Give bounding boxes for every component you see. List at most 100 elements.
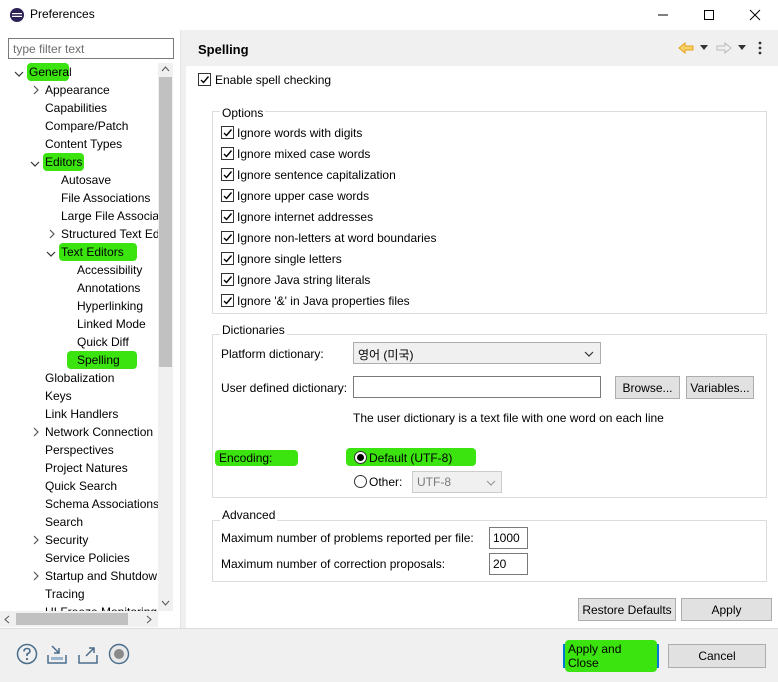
checkmark-icon [223,297,233,305]
tree-item-ui-freeze-monitoring[interactable]: UI Freeze Monitoring [45,603,157,611]
tree-item-keys[interactable]: Keys [45,387,72,405]
dialog-footer: Apply and Close Cancel [0,628,778,682]
option-checkbox[interactable] [221,147,234,160]
chevron-right-icon[interactable] [31,567,41,585]
forward-arrow-icon[interactable] [716,42,732,54]
tree-horizontal-scrollbar[interactable] [0,611,158,627]
browse-button[interactable]: Browse... [615,376,680,399]
tree-item-file-associations[interactable]: File Associations [61,189,150,207]
back-arrow-icon[interactable] [678,42,694,54]
tree-item-text-editors[interactable]: Text Editors [59,243,137,261]
tree-item-network-connections[interactable]: Network Connection [45,423,153,441]
option-checkbox[interactable] [221,126,234,139]
checkmark-icon [223,276,233,284]
tree-item-schema-associations[interactable]: Schema Associations [45,495,159,513]
option-checkbox[interactable] [221,210,234,223]
back-dropdown-icon[interactable] [700,45,708,51]
encoding-label: Encoding: [215,450,298,466]
option-checkbox[interactable] [221,231,234,244]
tree-item-capabilities[interactable]: Capabilities [45,99,107,117]
tree-item-hyperlinking[interactable]: Hyperlinking [77,297,143,315]
forward-dropdown-icon[interactable] [738,45,746,51]
other-encoding-select[interactable]: UTF-8 [412,471,502,493]
tree-scroll-thumb[interactable] [159,77,172,367]
options-title: Options [220,106,266,120]
tree-item-quick-search[interactable]: Quick Search [45,477,117,495]
page-title: Spelling [198,42,249,57]
option-checkbox[interactable] [221,189,234,202]
other-encoding-radio[interactable] [354,475,367,488]
scroll-up-icon[interactable] [161,66,170,72]
tree-item-tracing[interactable]: Tracing [45,585,85,603]
restore-defaults-button[interactable]: Restore Defaults [578,598,676,621]
minimize-button[interactable] [640,0,686,30]
tree-item-search[interactable]: Search [45,513,83,531]
tree-item-globalization[interactable]: Globalization [45,369,114,387]
tree-item-compare-patch[interactable]: Compare/Patch [45,117,128,135]
tree-item-content-types[interactable]: Content Types [45,135,122,153]
advanced-title: Advanced [220,508,278,522]
tree-item-general[interactable]: General [27,63,72,81]
max-proposals-input[interactable]: 20 [489,553,528,575]
user-dictionary-note: The user dictionary is a text file with … [353,411,664,425]
tree-item-structured-text-editors[interactable]: Structured Text Ed [61,225,160,243]
enable-spell-checking-checkbox[interactable] [198,73,211,86]
option-label: Ignore words with digits [237,126,363,140]
tree-item-spelling[interactable]: Spelling [67,351,137,369]
apply-and-close-button[interactable]: Apply and Close [563,640,659,672]
tree-horizontal-scroll-thumb[interactable] [16,613,128,625]
maximize-button[interactable] [686,0,732,30]
chevron-down-icon[interactable] [14,66,24,84]
tree-item-accessibility[interactable]: Accessibility [77,261,142,279]
import-icon[interactable] [46,643,68,665]
chevron-down-icon[interactable] [30,156,40,174]
tree-item-editors[interactable]: Editors [43,153,85,171]
tree-item-quick-diff[interactable]: Quick Diff [77,333,129,351]
tree-item-service-policies[interactable]: Service Policies [45,549,130,567]
tree-vertical-scrollbar[interactable] [158,63,173,611]
scroll-right-icon[interactable] [146,615,152,624]
variables-button[interactable]: Variables... [686,376,754,399]
option-label: Ignore non-letters at word boundaries [237,231,437,245]
record-icon[interactable] [108,643,130,665]
maximize-icon [704,10,714,20]
other-encoding-value: UTF-8 [417,475,451,489]
tree-item-autosave[interactable]: Autosave [61,171,111,189]
tree-item-appearance[interactable]: Appearance [45,81,110,99]
help-icon[interactable] [16,643,38,665]
more-options-icon[interactable] [758,40,762,56]
chevron-right-icon[interactable] [31,81,41,99]
tree-item-perspectives[interactable]: Perspectives [45,441,114,459]
chevron-right-icon[interactable] [31,423,41,441]
window-title: Preferences [30,7,95,21]
scroll-down-icon[interactable] [161,600,170,606]
option-checkbox[interactable] [221,168,234,181]
max-problems-input[interactable]: 1000 [489,527,528,549]
default-encoding-radio[interactable] [354,451,367,464]
filter-input[interactable] [8,38,174,59]
export-icon[interactable] [77,643,99,665]
tree-item-large-file-associations[interactable]: Large File Associati [61,207,165,225]
user-dictionary-input[interactable] [353,376,601,398]
chevron-down-icon[interactable] [46,246,56,264]
tree-item-security[interactable]: Security [45,531,88,549]
apply-and-close-label: Apply and Close [565,640,657,672]
tree-item-startup-and-shutdown[interactable]: Startup and Shutdow [45,567,157,585]
tree-item-linked-mode[interactable]: Linked Mode [77,315,146,333]
apply-button[interactable]: Apply [681,598,772,621]
option-checkbox[interactable] [221,273,234,286]
cancel-button[interactable]: Cancel [668,644,766,668]
tree-item-annotations[interactable]: Annotations [77,279,140,297]
tree-item-link-handlers[interactable]: Link Handlers [45,405,118,423]
checkmark-icon [223,150,233,158]
max-proposals-label: Maximum number of correction proposals: [221,557,446,571]
chevron-right-icon[interactable] [47,225,57,243]
option-checkbox[interactable] [221,294,234,307]
platform-dictionary-select[interactable]: 영어 (미국) [353,342,601,364]
option-checkbox[interactable] [221,252,234,265]
tree-item-project-natures[interactable]: Project Natures [45,459,128,477]
scroll-left-icon[interactable] [4,615,10,624]
close-button[interactable] [732,0,778,30]
preference-tree: General Appearance Capabilities Compare/… [0,63,176,611]
chevron-right-icon[interactable] [31,531,41,549]
